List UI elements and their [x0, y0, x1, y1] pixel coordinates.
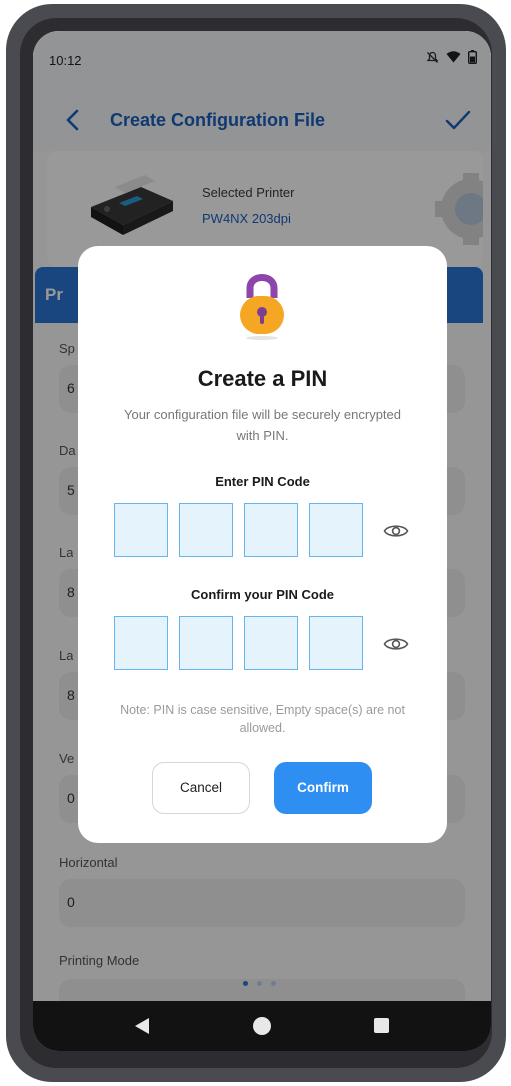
show-pin-eye-icon[interactable] [383, 522, 409, 540]
nav-back-icon[interactable] [134, 1017, 150, 1035]
system-nav-bar [33, 1001, 491, 1051]
dialog-description: Your configuration file will be securely… [123, 407, 401, 443]
confirm-pin-digit-4[interactable] [309, 616, 363, 670]
show-confirm-pin-eye-icon[interactable] [383, 635, 409, 653]
confirm-pin-row [114, 616, 363, 670]
nav-recents-icon[interactable] [374, 1018, 389, 1033]
enter-pin-digit-3[interactable] [244, 503, 298, 557]
confirm-button[interactable]: Confirm [274, 762, 372, 814]
pin-note: Note: PIN is case sensitive, Empty space… [120, 703, 405, 735]
dialog-title: Create a PIN [197, 366, 328, 391]
enter-pin-digit-1[interactable] [114, 503, 168, 557]
enter-pin-digit-2[interactable] [179, 503, 233, 557]
confirm-pin-digit-3[interactable] [244, 616, 298, 670]
confirm-pin-label: Confirm your PIN Code [190, 587, 334, 602]
create-pin-dialog: Create a PIN Your configuration file wil… [78, 246, 447, 843]
confirm-pin-digit-2[interactable] [179, 616, 233, 670]
confirm-pin-digit-1[interactable] [114, 616, 168, 670]
enter-pin-digit-4[interactable] [309, 503, 363, 557]
nav-home-icon[interactable] [253, 1017, 271, 1035]
cancel-button[interactable]: Cancel [152, 762, 250, 814]
enter-pin-row [114, 503, 363, 557]
enter-pin-label: Enter PIN Code [215, 474, 310, 489]
lock-icon [240, 274, 284, 340]
